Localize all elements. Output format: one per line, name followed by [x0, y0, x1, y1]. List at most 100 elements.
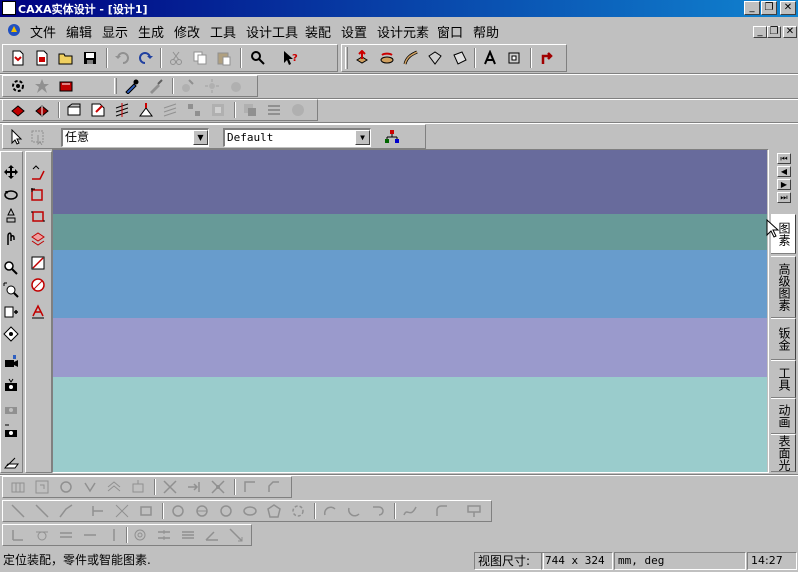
edit-sketch-icon[interactable]	[28, 185, 48, 205]
open-folder-icon[interactable]	[56, 48, 76, 68]
menu-tools[interactable]: 工具	[210, 22, 236, 41]
material-icon[interactable]	[56, 76, 76, 96]
horizontal-constraint-icon[interactable]	[80, 525, 100, 545]
menu-generate[interactable]: 生成	[138, 22, 164, 41]
smart-render-icon[interactable]	[178, 76, 198, 96]
circle-sketch-icon[interactable]	[28, 275, 48, 295]
rotate-icon[interactable]	[56, 477, 76, 497]
tab-sheet-metal[interactable]: 钣金	[771, 318, 796, 360]
surface-icon[interactable]	[450, 48, 470, 68]
vertical-constraint-icon[interactable]	[104, 525, 124, 545]
rectangle-sketch-icon[interactable]	[28, 207, 48, 227]
curve-icon[interactable]	[28, 253, 48, 273]
eyedropper-icon[interactable]	[122, 76, 142, 96]
sketch-icon[interactable]	[28, 163, 48, 183]
fit-view-icon[interactable]	[1, 302, 21, 322]
smart-arrow-icon[interactable]	[537, 48, 557, 68]
paste-icon[interactable]	[214, 48, 234, 68]
rect-2d-icon[interactable]	[136, 501, 156, 521]
first-tab-button[interactable]: ⏮	[777, 153, 791, 164]
context-help-icon[interactable]: ?	[280, 48, 300, 68]
box-cut-icon[interactable]	[32, 100, 52, 120]
camera-icon[interactable]	[1, 352, 21, 372]
camera-lens-icon[interactable]	[1, 398, 21, 418]
ellipse-icon[interactable]	[240, 501, 260, 521]
minimize-button[interactable]: _	[744, 1, 760, 15]
menu-assembly[interactable]: 装配	[305, 22, 331, 41]
last-tab-button[interactable]: ⏭	[777, 192, 791, 203]
tab-tools[interactable]: 工具	[771, 360, 796, 398]
dimension-constraint-icon[interactable]	[226, 525, 246, 545]
revolve-icon[interactable]	[377, 48, 397, 68]
style-combo[interactable]: Default ▼	[223, 128, 371, 147]
extrude-icon[interactable]	[352, 48, 372, 68]
undo-icon[interactable]	[112, 48, 132, 68]
light-icon[interactable]	[202, 76, 222, 96]
mdi-minimize-button[interactable]: _	[753, 26, 767, 38]
draft-icon[interactable]	[136, 100, 156, 120]
menu-edit[interactable]: 编辑	[66, 22, 92, 41]
copy-icon[interactable]	[190, 48, 210, 68]
offset-icon[interactable]	[104, 477, 124, 497]
projection-icon[interactable]	[1, 452, 21, 472]
redo-icon[interactable]	[136, 48, 156, 68]
shell-icon[interactable]	[504, 48, 524, 68]
tangent-line-icon[interactable]	[56, 501, 76, 521]
split-icon[interactable]	[112, 100, 132, 120]
mdi-restore-button[interactable]: ❐	[767, 26, 781, 38]
fillet-2d-icon[interactable]	[240, 477, 260, 497]
tree-icon[interactable]	[382, 127, 402, 147]
cube-settings-icon[interactable]	[8, 76, 28, 96]
restore-button[interactable]: ❐	[761, 1, 777, 15]
filter-combo[interactable]: 任意 ▼	[61, 128, 209, 147]
new-design-icon[interactable]	[8, 48, 28, 68]
line-icon[interactable]	[8, 501, 28, 521]
menu-file[interactable]: 文件	[30, 22, 56, 41]
camera-view-icon[interactable]	[1, 421, 21, 441]
perpendicular-icon[interactable]	[88, 501, 108, 521]
menu-help[interactable]: 帮助	[473, 22, 499, 41]
menu-modify[interactable]: 修改	[174, 22, 200, 41]
same-length-icon[interactable]	[154, 525, 174, 545]
chamfer-icon[interactable]	[88, 100, 108, 120]
combine-icon[interactable]	[288, 100, 308, 120]
bspline-icon[interactable]	[400, 501, 420, 521]
cut-icon[interactable]	[166, 48, 186, 68]
menu-design-elements[interactable]: 设计元素	[377, 22, 429, 41]
chevron-down-icon[interactable]: ▼	[193, 130, 208, 145]
polygon-icon[interactable]	[264, 501, 284, 521]
concentric-constraint-icon[interactable]	[130, 525, 150, 545]
circle-3pt-icon[interactable]	[216, 501, 236, 521]
loft-icon[interactable]	[425, 48, 445, 68]
angle-constraint-icon[interactable]	[202, 525, 222, 545]
text-tool-icon[interactable]	[480, 48, 500, 68]
sphere-icon[interactable]	[226, 76, 246, 96]
mirror-icon[interactable]	[80, 477, 100, 497]
pattern-icon[interactable]	[184, 100, 204, 120]
menu-view[interactable]: 显示	[102, 22, 128, 41]
close-button[interactable]: ✕	[780, 1, 796, 15]
arc-tangent-icon[interactable]	[368, 501, 388, 521]
menu-window[interactable]: 窗口	[437, 22, 463, 41]
scale-icon[interactable]	[128, 477, 148, 497]
arc-3pt-icon[interactable]	[344, 501, 364, 521]
equal-constraint-icon[interactable]	[178, 525, 198, 545]
perp-constraint-icon[interactable]	[8, 525, 28, 545]
grid-icon[interactable]	[8, 477, 28, 497]
menu-design-tools[interactable]: 设计工具	[246, 22, 298, 41]
orient-icon[interactable]	[1, 324, 21, 344]
sweep-icon[interactable]	[401, 48, 421, 68]
construct-icon[interactable]	[112, 501, 132, 521]
tangent-constraint-icon[interactable]	[32, 525, 52, 545]
arc-icon[interactable]	[320, 501, 340, 521]
trim-icon[interactable]	[160, 477, 180, 497]
spline-circle-icon[interactable]	[288, 501, 308, 521]
render-star-icon[interactable]	[32, 76, 52, 96]
brush-icon[interactable]	[146, 76, 166, 96]
find-part-icon[interactable]	[248, 48, 268, 68]
faces-icon[interactable]	[160, 100, 180, 120]
chevron-down-icon[interactable]: ▼	[355, 130, 370, 145]
hand-icon[interactable]	[1, 228, 21, 248]
frame-icon[interactable]	[32, 477, 52, 497]
select-box-icon[interactable]	[28, 127, 48, 147]
